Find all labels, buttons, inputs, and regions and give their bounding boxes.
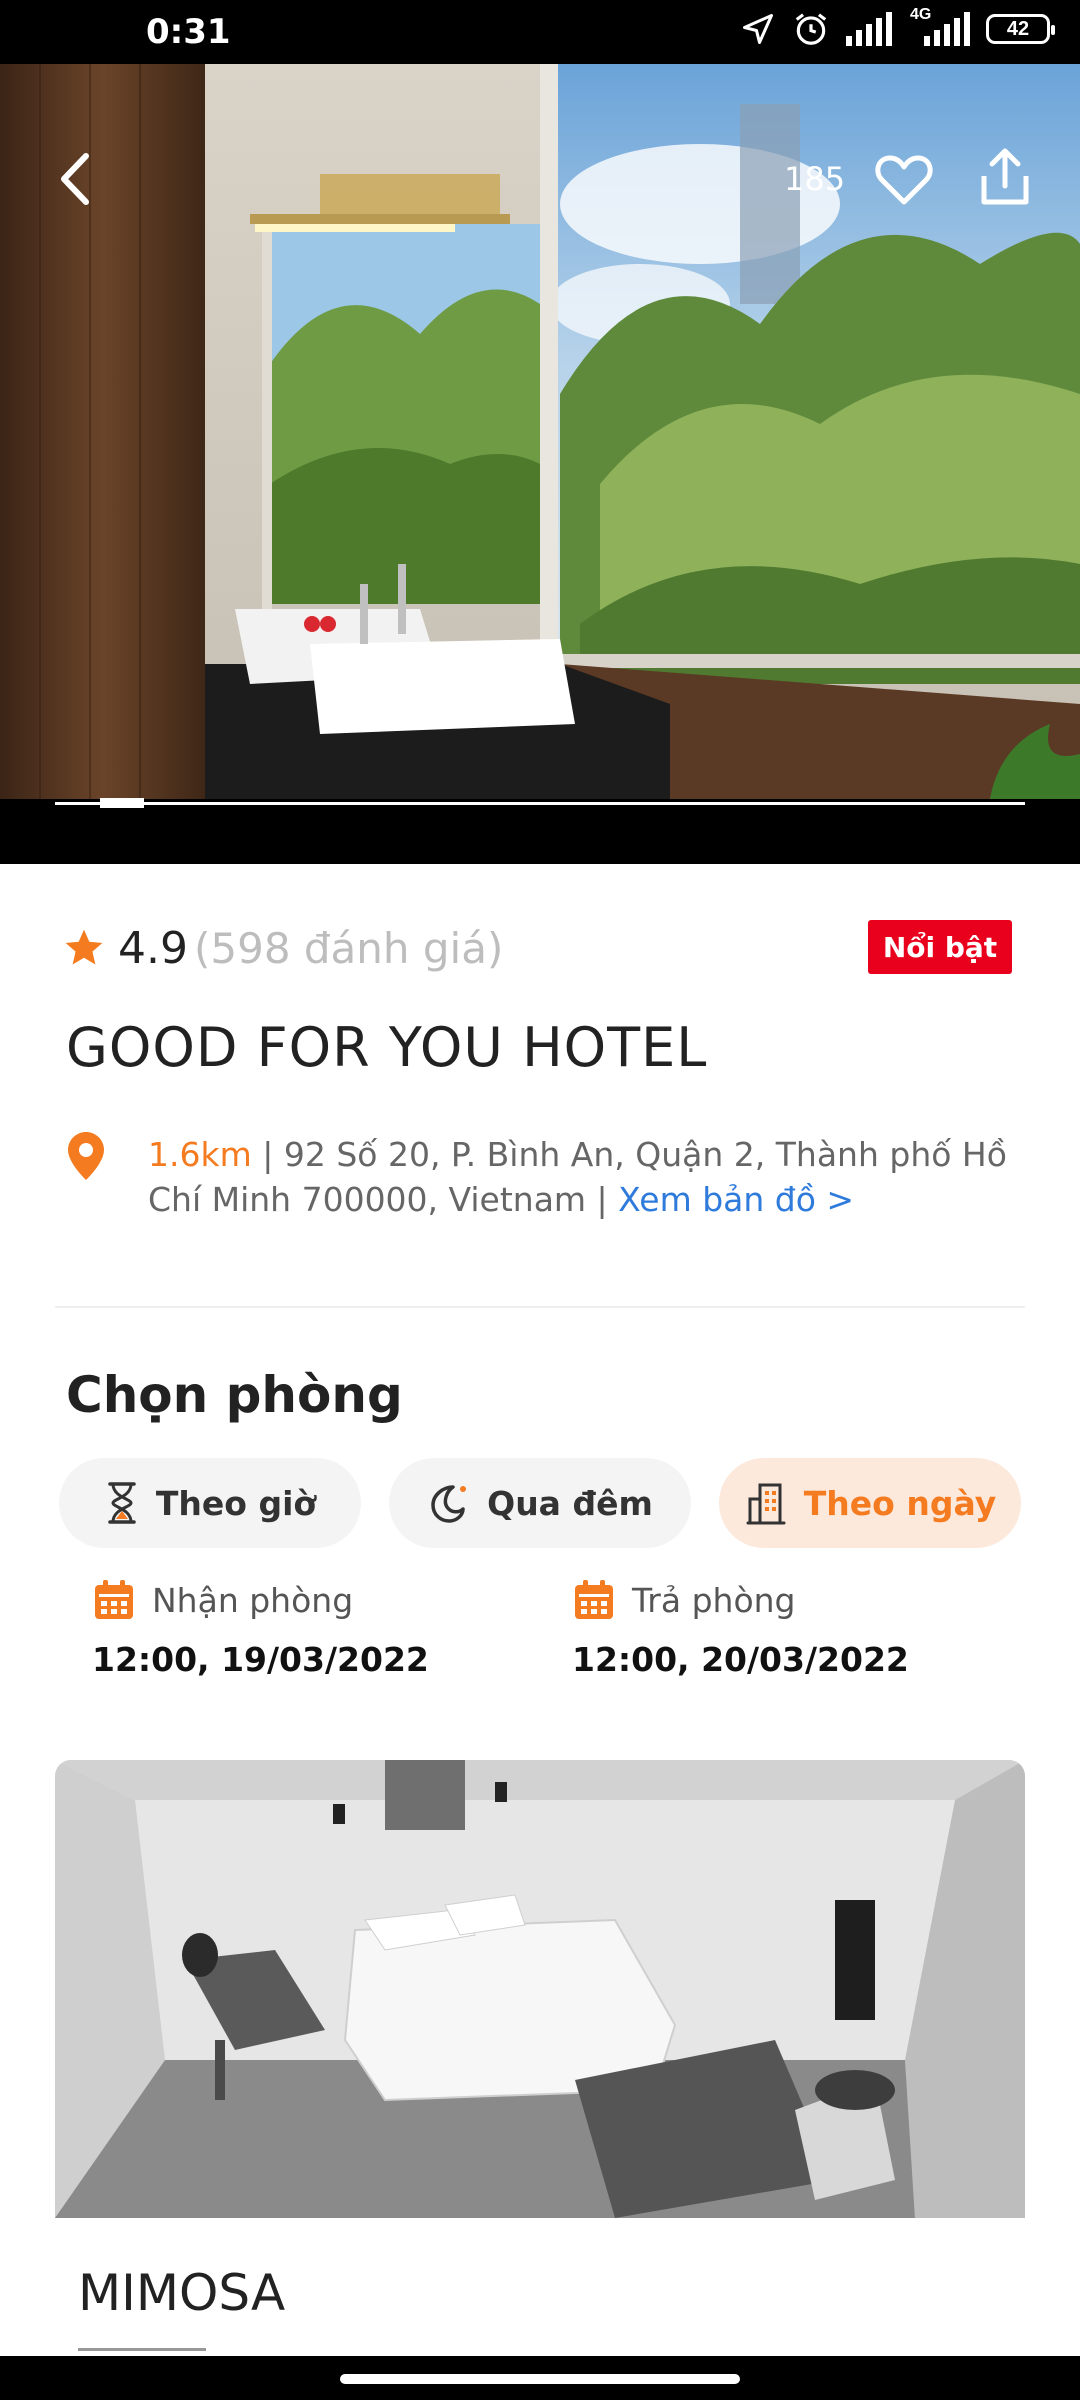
tab-daily[interactable]: Theo ngày [719, 1458, 1021, 1548]
tab-label: Theo ngày [803, 1483, 997, 1523]
location-arrow-icon [743, 14, 773, 44]
battery-icon: 42 [986, 14, 1055, 44]
home-gesture-handle[interactable] [340, 2374, 740, 2384]
favorite-button[interactable] [872, 148, 936, 212]
review-count[interactable]: (598 đánh giá) [194, 924, 503, 973]
rating-row: 4.9 (598 đánh giá) [62, 918, 503, 978]
status-time: 0:31 [146, 12, 231, 52]
signal-icon [846, 12, 892, 46]
hotel-photo-gallery[interactable]: 185 [0, 64, 1080, 864]
room-photo [55, 1760, 1025, 2218]
hotel-name: GOOD FOR YOU HOTEL [66, 1016, 708, 1079]
heart-icon [875, 155, 933, 205]
tab-label: Theo giờ [155, 1483, 317, 1523]
gallery-progress-track [55, 802, 1025, 805]
tab-hourly[interactable]: Theo giờ [59, 1458, 361, 1548]
alarm-icon [795, 13, 827, 45]
favorite-count: 185 [784, 160, 846, 198]
rating-value: 4.9 [118, 922, 188, 974]
divider [55, 1306, 1025, 1308]
view-map-link[interactable]: Xem bản đồ > [618, 1180, 854, 1219]
status-bar: 0:31 4G 42 [0, 0, 1080, 64]
star-icon [65, 929, 103, 965]
status-icons: 4G 42 [740, 6, 1055, 48]
building-icon [746, 1483, 786, 1525]
distance: 1.6km [148, 1135, 252, 1174]
hourglass-icon [108, 1482, 136, 1524]
network-type: 4G [910, 6, 932, 23]
check-in-block[interactable]: Nhận phòng 12:00, 19/03/2022 [92, 1578, 429, 1679]
room-name-underline [78, 2348, 206, 2351]
moon-icon [431, 1485, 467, 1523]
room-name: MIMOSA [78, 2264, 286, 2322]
chevron-left-icon [61, 153, 89, 205]
room-card[interactable] [55, 1760, 1025, 2218]
check-in-value: 12:00, 19/03/2022 [92, 1640, 429, 1679]
calendar-icon [575, 1580, 613, 1619]
section-title: Chọn phòng [66, 1366, 403, 1424]
back-button[interactable] [44, 144, 114, 214]
gallery-progress-thumb [100, 798, 144, 808]
tab-label: Qua đêm [487, 1483, 653, 1523]
featured-badge: Nổi bật [868, 920, 1012, 974]
address-text: | 92 Số 20, P. Bình An, Quận 2, Thành ph… [148, 1135, 1007, 1219]
check-in-label: Nhận phòng [152, 1580, 354, 1620]
check-out-label: Trả phòng [632, 1580, 796, 1620]
calendar-icon [95, 1580, 133, 1619]
share-button[interactable] [972, 144, 1038, 210]
check-out-block[interactable]: Trả phòng 12:00, 20/03/2022 [572, 1578, 909, 1679]
check-out-value: 12:00, 20/03/2022 [572, 1640, 909, 1679]
hotel-address: 1.6km | 92 Số 20, P. Bình An, Quận 2, Th… [148, 1132, 1028, 1222]
battery-level: 42 [1006, 17, 1030, 40]
signal-4g-icon: 4G [910, 6, 970, 46]
tab-overnight[interactable]: Qua đêm [389, 1458, 691, 1548]
location-pin-icon [68, 1132, 104, 1180]
share-icon [981, 148, 1029, 205]
